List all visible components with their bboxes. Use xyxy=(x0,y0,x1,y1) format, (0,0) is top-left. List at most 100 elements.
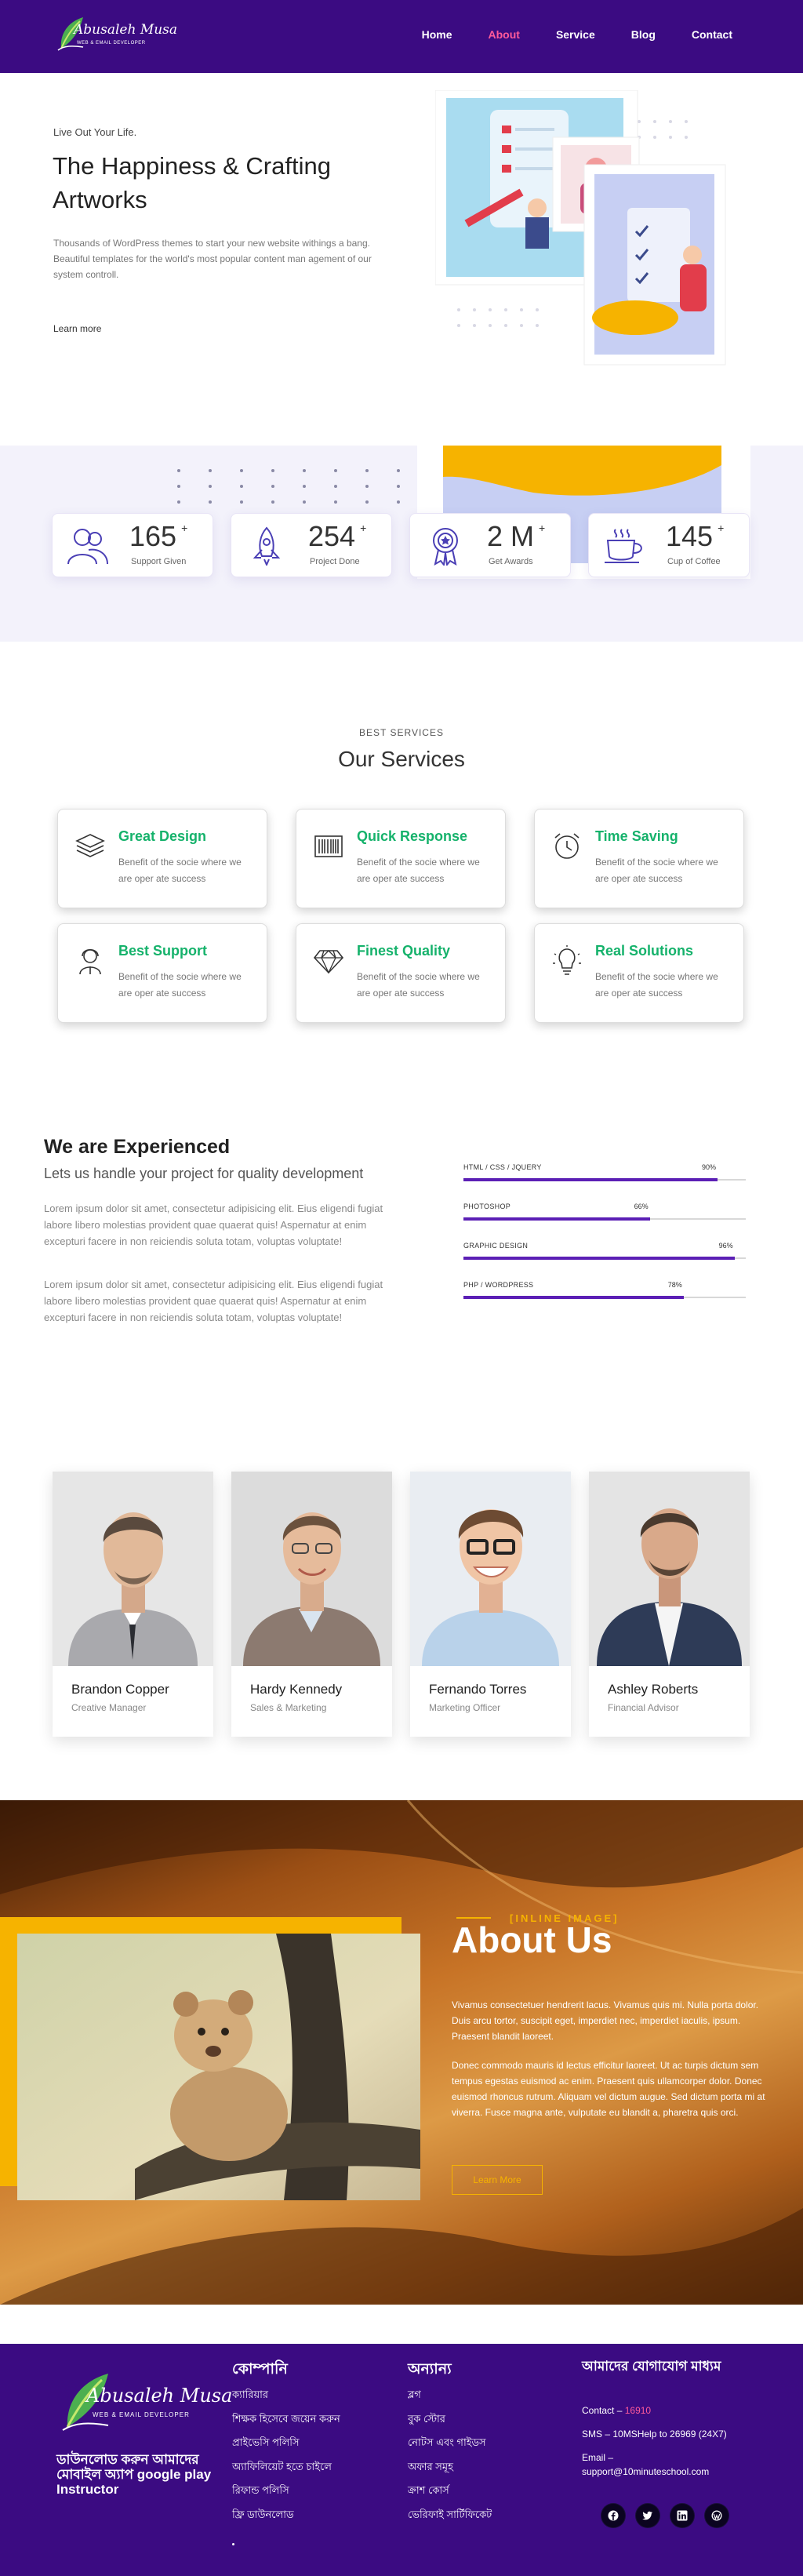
service-description: Benefit of the socie where we are oper a… xyxy=(595,857,718,884)
brand-logo[interactable]: Abusaleh Musa WEB & EMAIL DEVELOPER xyxy=(56,14,177,55)
team-member-name: Ashley Roberts xyxy=(608,1682,699,1697)
footer-link[interactable]: নোটস এবং গাইডস xyxy=(408,2436,492,2460)
experience-title: We are Experienced xyxy=(44,1136,231,1158)
twitter-icon[interactable] xyxy=(636,2504,659,2527)
stat-label: Support Given xyxy=(131,557,187,566)
skill-bar-php-wordpress: PHP / WORDPRESS 78% xyxy=(463,1281,746,1312)
contact-number[interactable]: 16910 xyxy=(625,2405,651,2416)
footer-link[interactable]: রিফান্ড পলিসি xyxy=(232,2483,340,2508)
team-member-role: Financial Advisor xyxy=(608,1702,679,1713)
team-member-photo xyxy=(231,1472,392,1666)
skill-percent: 90% xyxy=(702,1163,717,1171)
footer-link[interactable]: অফার সমূহ xyxy=(408,2460,492,2484)
footer-contact-sms: SMS – 10MSHelp to 26969 (24X7) xyxy=(582,2429,727,2440)
service-card-quick-response[interactable]: Quick Response Benefit of the socie wher… xyxy=(296,809,506,908)
hero-illustration xyxy=(435,90,726,366)
about-paragraph: Vivamus consectetuer hendrerit lacus. Vi… xyxy=(452,1999,759,2042)
experience-paragraph: Lorem ipsum dolor sit amet, consectetur … xyxy=(44,1202,383,1247)
team-member-photo xyxy=(53,1472,213,1666)
site-header: Abusaleh Musa WEB & EMAIL DEVELOPER Home… xyxy=(0,0,803,73)
about-learn-more-button[interactable]: Learn More xyxy=(452,2165,543,2195)
team-member-card[interactable]: Brandon Copper Creative Manager xyxy=(53,1472,213,1737)
footer-others-links: ব্লগ বুক স্টোর নোটস এবং গাইডস অফার সমূহ … xyxy=(408,2388,492,2531)
footer-contact-email[interactable]: support@10minuteschool.com xyxy=(582,2466,709,2477)
linkedin-icon[interactable] xyxy=(670,2504,694,2527)
skill-bar-photoshop: PHOTOSHOP 66% xyxy=(463,1202,746,1234)
footer-contact-phone: Contact – 16910 xyxy=(582,2405,652,2416)
skill-percent: 78% xyxy=(667,1281,682,1289)
skill-fill xyxy=(463,1217,650,1221)
nav-home[interactable]: Home xyxy=(422,28,452,41)
service-card-time-saving[interactable]: Time Saving Benefit of the socie where w… xyxy=(534,809,744,908)
coffee-cup-icon xyxy=(605,529,642,563)
skill-bar-graphic-design: GRAPHIC DESIGN 96% xyxy=(463,1242,746,1273)
diamond-icon xyxy=(313,950,344,974)
footer-link[interactable]: ক্রাশ কোর্স xyxy=(408,2483,492,2508)
footer-link[interactable]: বুক স্টোর xyxy=(408,2412,492,2436)
footer-contact-title: আমাদের যোগাযোগ মাধ্যম xyxy=(582,2359,721,2374)
brand-tagline: WEB & EMAIL DEVELOPER xyxy=(77,41,146,45)
footer-logo[interactable]: Abusaleh Musa WEB & EMAIL DEVELOPER xyxy=(61,2369,232,2435)
footer-brand-name: Abusaleh Musa xyxy=(86,2385,233,2407)
footer-others-title: অন্যান্য xyxy=(408,2361,452,2378)
experience-paragraph: Lorem ipsum dolor sit amet, consectetur … xyxy=(44,1279,383,1323)
rocket-icon xyxy=(253,526,281,566)
stat-label: Cup of Coffee xyxy=(667,557,721,566)
footer-link[interactable]: ব্লগ xyxy=(408,2388,492,2412)
main-nav: Home About Service Blog Contact xyxy=(386,28,732,41)
team-member-photo xyxy=(589,1472,750,1666)
service-card-great-design[interactable]: Great Design Benefit of the socie where … xyxy=(57,809,267,908)
hero-learn-more-link[interactable]: Learn more xyxy=(53,323,101,334)
skill-track xyxy=(463,1296,746,1299)
skill-name: PHOTOSHOP xyxy=(463,1202,511,1210)
skill-name: GRAPHIC DESIGN xyxy=(463,1242,529,1250)
skill-percent: 96% xyxy=(718,1242,733,1250)
service-card-finest-quality[interactable]: Finest Quality Benefit of the socie wher… xyxy=(296,923,506,1023)
service-card-best-support[interactable]: Best Support Benefit of the socie where … xyxy=(57,923,267,1023)
skill-fill xyxy=(463,1257,735,1260)
lion-cub-photo xyxy=(17,1934,420,2200)
footer-link[interactable]: প্রাইভেসি পলিসি xyxy=(232,2436,340,2460)
stat-card-projects: 254 + Project Done xyxy=(231,513,392,577)
nav-service[interactable]: Service xyxy=(556,28,595,41)
service-description: Benefit of the socie where we are oper a… xyxy=(118,971,242,999)
service-title: Real Solutions xyxy=(595,943,694,959)
wordpress-icon[interactable] xyxy=(705,2504,729,2527)
stat-label: Get Awards xyxy=(489,557,533,566)
service-title: Time Saving xyxy=(595,828,678,844)
stat-card-support: 165 + Support Given xyxy=(52,513,213,577)
stat-card-coffee: 145 + Cup of Coffee xyxy=(588,513,750,577)
footer-link[interactable]: ভেরিফাই সার্টিফিকেট xyxy=(408,2508,492,2532)
service-description: Benefit of the socie where we are oper a… xyxy=(357,857,480,884)
services-kicker: BEST SERVICES xyxy=(359,727,444,738)
footer-link[interactable]: শিক্ষক হিসেবে জয়েন করুন xyxy=(232,2412,340,2436)
service-card-real-solutions[interactable]: Real Solutions Benefit of the socie wher… xyxy=(534,923,744,1023)
footer-link[interactable]: ক্যারিয়ার xyxy=(232,2388,340,2412)
nav-blog[interactable]: Blog xyxy=(631,28,656,41)
team-member-card[interactable]: Ashley Roberts Financial Advisor xyxy=(589,1472,750,1737)
skill-name: HTML / CSS / JQUERY xyxy=(463,1163,542,1171)
stat-value: 165 + xyxy=(129,520,188,552)
team-member-card[interactable]: Hardy Kennedy Sales & Marketing xyxy=(231,1472,392,1737)
service-description: Benefit of the socie where we are oper a… xyxy=(118,857,242,884)
nav-contact[interactable]: Contact xyxy=(692,28,732,41)
nav-about[interactable]: About xyxy=(489,28,520,41)
hero-description: Thousands of WordPress themes to start y… xyxy=(53,238,372,280)
about-paragraph: Donec commodo mauris id lectus efficitur… xyxy=(452,2060,765,2118)
footer-dot xyxy=(232,2543,234,2545)
skill-track xyxy=(463,1217,746,1221)
service-title: Quick Response xyxy=(357,828,468,844)
skill-bar-html-css: HTML / CSS / JQUERY 90% xyxy=(463,1163,746,1195)
hero-title: The Happiness & Crafting Artworks xyxy=(53,152,331,213)
stat-value: 145 + xyxy=(666,520,725,552)
team-member-card[interactable]: Fernando Torres Marketing Officer xyxy=(410,1472,571,1737)
footer-link[interactable]: অ্যাফিলিয়েট হতে চাইলে xyxy=(232,2460,340,2484)
award-icon xyxy=(433,528,458,566)
skill-track xyxy=(463,1257,746,1260)
service-title: Finest Quality xyxy=(357,943,451,959)
stat-card-awards: 2 M + Get Awards xyxy=(409,513,571,577)
hero-kicker: Live Out Your Life. xyxy=(53,126,137,138)
facebook-icon[interactable] xyxy=(601,2504,625,2527)
footer-app-download-text[interactable]: ডাউনলোড করুন আমাদের মোবাইল অ্যাপ google … xyxy=(56,2452,213,2497)
footer-link[interactable]: ফ্রি ডাউনলোড xyxy=(232,2508,340,2532)
